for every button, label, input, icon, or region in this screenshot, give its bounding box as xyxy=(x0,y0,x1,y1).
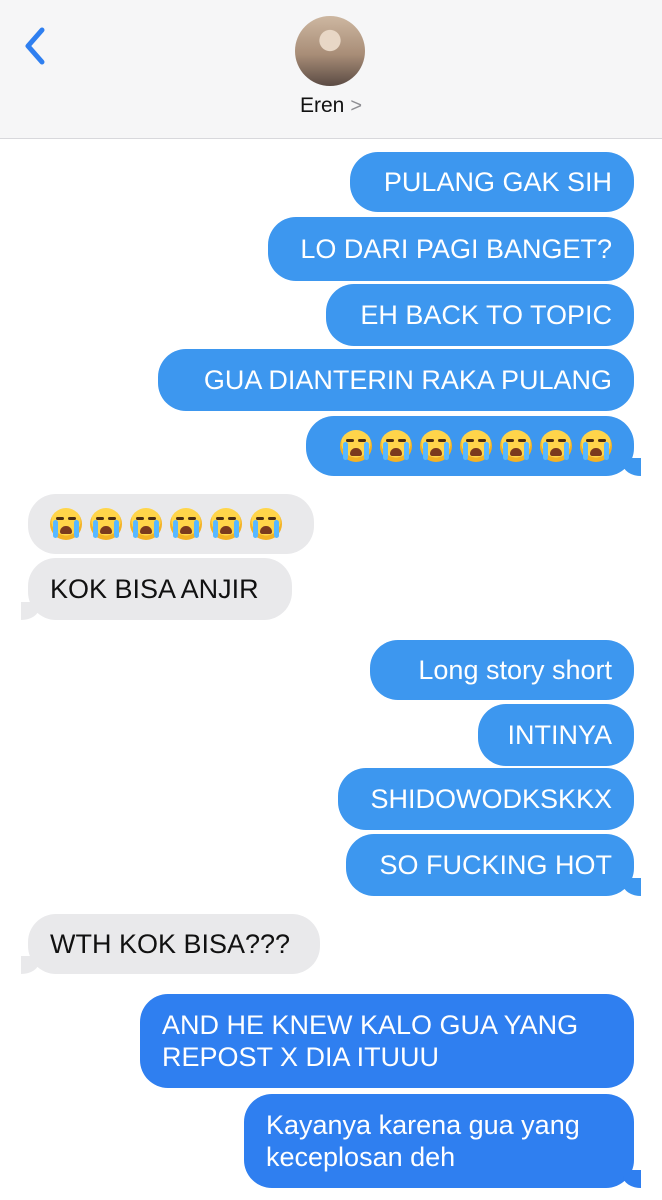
message-text: AND HE KNEW KALO GUA YANG REPOST X DIA I… xyxy=(162,1010,579,1072)
loudly-crying-face-icon xyxy=(210,508,242,540)
loudly-crying-face-icon xyxy=(130,508,162,540)
chevron-right-icon: > xyxy=(350,95,363,117)
message-text: PULANG GAK SIH xyxy=(383,167,612,197)
message-bubble[interactable]: EH BACK TO TOPIC xyxy=(326,284,634,346)
loudly-crying-face-icon xyxy=(500,430,532,462)
message-bubble[interactable]: Kayanya karena gua yang keceplosan deh xyxy=(244,1094,641,1188)
message-text: KOK BISA ANJIR xyxy=(50,574,259,604)
loudly-crying-face-icon xyxy=(250,508,282,540)
loudly-crying-face-icon xyxy=(170,508,202,540)
loudly-crying-face-icon xyxy=(420,430,452,462)
loudly-crying-face-icon xyxy=(90,508,122,540)
loudly-crying-face-icon xyxy=(50,508,82,540)
loudly-crying-face-icon xyxy=(540,430,572,462)
chevron-left-icon xyxy=(25,27,45,65)
contact-avatar[interactable] xyxy=(295,16,365,86)
loudly-crying-face-icon xyxy=(380,430,412,462)
message-bubble[interactable]: INTINYA xyxy=(478,704,634,766)
contact-name: Eren xyxy=(299,94,345,117)
message-bubble[interactable]: AND HE KNEW KALO GUA YANG REPOST X DIA I… xyxy=(140,994,634,1088)
message-bubble[interactable]: KOK BISA ANJIR xyxy=(21,558,292,620)
message-bubble[interactable]: Long story short xyxy=(370,640,634,700)
message-bubble[interactable]: LO DARI PAGI BANGET? xyxy=(268,217,634,281)
message-text: Long story short xyxy=(418,655,612,685)
loudly-crying-face-icon xyxy=(340,430,372,462)
message-text: SO FUCKING HOT xyxy=(379,850,612,880)
message-text: WTH KOK BISA??? xyxy=(50,929,291,959)
message-text: INTINYA xyxy=(507,720,612,750)
message-bubble[interactable]: SO FUCKING HOT xyxy=(346,834,641,896)
message-text: SHIDOWODKSKKX xyxy=(370,784,612,814)
message-bubble-emoji[interactable] xyxy=(28,494,314,554)
loudly-crying-face-icon xyxy=(460,430,492,462)
message-bubble-emoji[interactable] xyxy=(306,416,641,476)
message-text: EH BACK TO TOPIC xyxy=(360,300,612,330)
message-text: Kayanya karena gua yang keceplosan deh xyxy=(266,1110,580,1172)
message-bubble[interactable]: PULANG GAK SIH xyxy=(350,152,634,212)
contact-name-button[interactable]: Eren > xyxy=(0,94,662,118)
message-bubble[interactable]: SHIDOWODKSKKX xyxy=(338,768,634,830)
message-text: GUA DIANTERIN RAKA PULANG xyxy=(203,365,612,395)
message-text: LO DARI PAGI BANGET? xyxy=(300,234,612,264)
loudly-crying-face-icon xyxy=(580,430,612,462)
conversation-header: Eren > xyxy=(0,0,662,139)
message-bubble[interactable]: WTH KOK BISA??? xyxy=(21,914,320,974)
back-button[interactable] xyxy=(18,24,54,68)
message-bubble[interactable]: GUA DIANTERIN RAKA PULANG xyxy=(158,349,634,411)
